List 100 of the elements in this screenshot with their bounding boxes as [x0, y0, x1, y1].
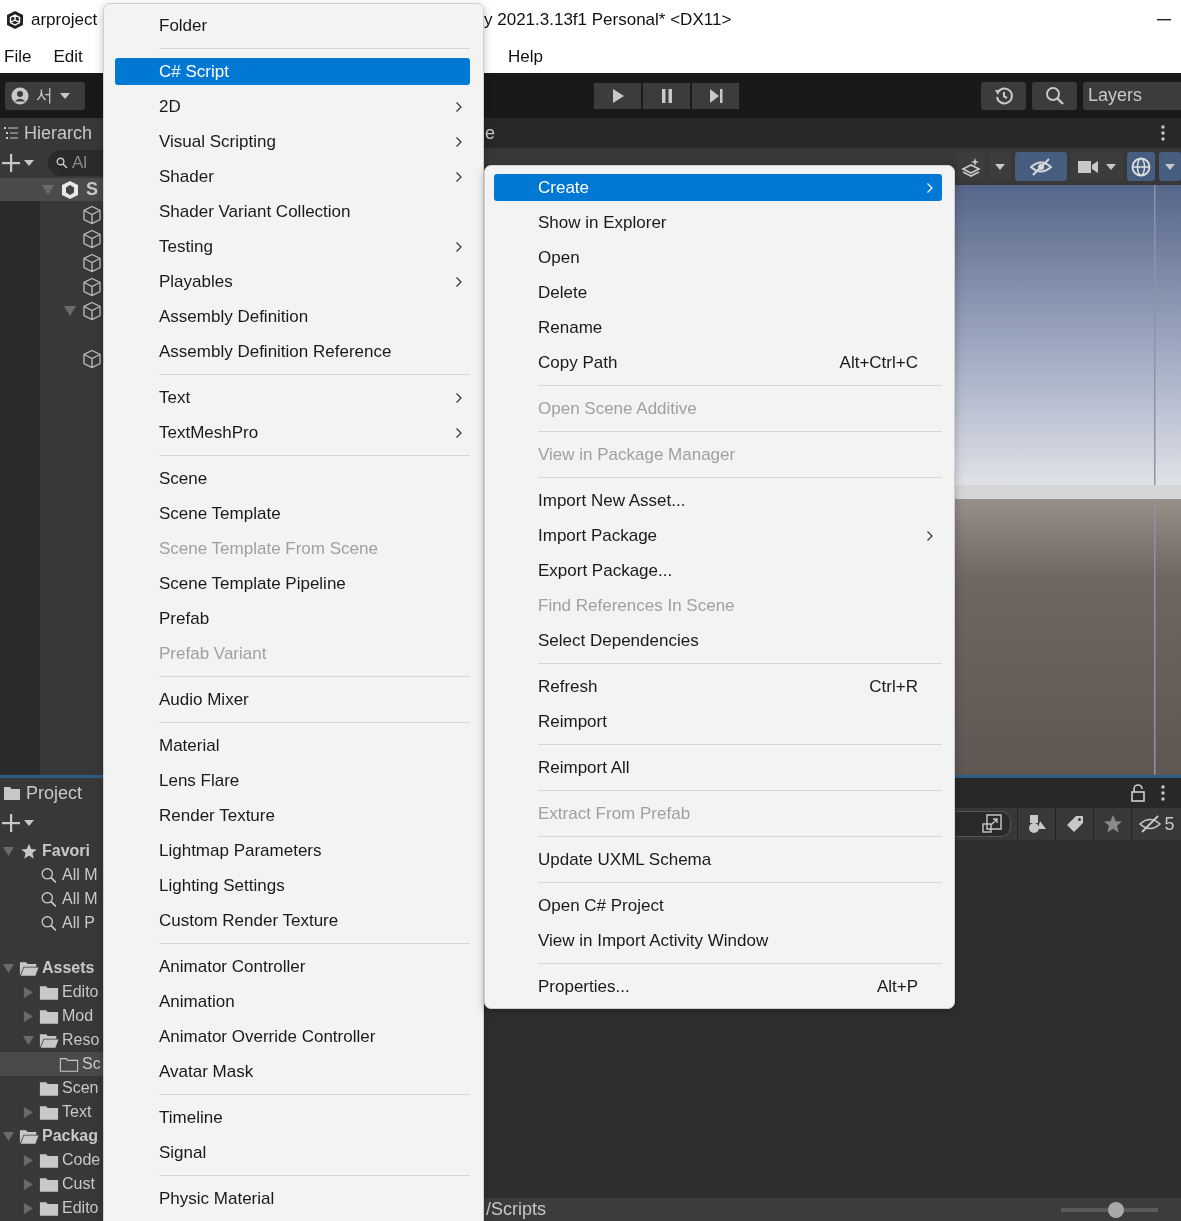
tag-icon	[1065, 815, 1084, 833]
tree-item[interactable]: Code	[0, 1148, 103, 1172]
menu-item[interactable]: Select Dependencies	[494, 627, 942, 654]
menu-item[interactable]: Render Texture	[115, 802, 470, 829]
menu-item[interactable]: View in Import Activity Window	[494, 927, 942, 954]
menu-item[interactable]: Open C# Project	[494, 892, 942, 919]
folder-icon	[39, 983, 59, 1001]
scene-row[interactable]: S	[0, 178, 103, 201]
search-button[interactable]	[1032, 81, 1077, 110]
menu-item[interactable]: Audio Mixer	[115, 686, 470, 713]
step-button[interactable]	[692, 82, 739, 109]
menu-item[interactable]: Create	[494, 174, 942, 201]
menu-item[interactable]: Copy Path Alt+Ctrl+C	[494, 349, 942, 376]
menu-item[interactable]: Assembly Definition Reference	[115, 338, 470, 365]
menu-item[interactable]: Lighting Settings	[115, 872, 470, 899]
menu-item[interactable]: Delete	[494, 279, 942, 306]
plus-icon	[2, 814, 20, 832]
kebab-menu-icon[interactable]	[1161, 125, 1165, 141]
tree-item[interactable]: Reso	[0, 1028, 103, 1052]
search-field[interactable]	[956, 811, 1011, 837]
search-icon	[1044, 85, 1065, 106]
menu-item[interactable]: Physic Material	[115, 1185, 470, 1212]
tree-item[interactable]: Scen	[0, 1076, 103, 1100]
menu-item[interactable]: Import Package	[494, 522, 942, 549]
menu-item[interactable]: Custom Render Texture	[115, 907, 470, 934]
menu-item[interactable]: Show in Explorer	[494, 209, 942, 236]
pause-button[interactable]	[643, 82, 690, 109]
menu-item[interactable]: Reimport All	[494, 754, 942, 781]
menu-item[interactable]: Import New Asset...	[494, 487, 942, 514]
history-button[interactable]	[981, 81, 1026, 110]
menu-item[interactable]: Avatar Mask	[115, 1058, 470, 1085]
visibility-button[interactable]	[1015, 152, 1067, 181]
tree-item[interactable]: Sc	[0, 1052, 103, 1076]
play-button[interactable]	[594, 82, 641, 109]
dropdown-button[interactable]	[1159, 152, 1181, 181]
menu-item[interactable]: Shader Variant Collection	[115, 198, 470, 225]
plus-icon	[2, 154, 20, 172]
tree-item[interactable]: Mod	[0, 1004, 103, 1028]
menu-item[interactable]: Properties... Alt+P	[494, 973, 942, 1000]
tree-item[interactable]: Cust	[0, 1172, 103, 1196]
search-field[interactable]: Al	[48, 150, 103, 176]
tree-item[interactable]: All M	[0, 887, 103, 911]
menu-item[interactable]: Visual Scripting	[115, 128, 470, 155]
minimize-icon[interactable]	[1157, 19, 1171, 21]
camera-button[interactable]	[1071, 152, 1123, 181]
open-folder-icon	[19, 1127, 39, 1145]
tree-item[interactable]: Assets	[0, 956, 103, 980]
menu-item[interactable]: Scene Template Pipeline	[115, 570, 470, 597]
kebab-menu-icon[interactable]	[1161, 785, 1165, 801]
tree-item[interactable]: Edito	[0, 980, 103, 1004]
menu-item[interactable]: Material	[115, 732, 470, 759]
menu-item[interactable]: Open	[494, 244, 942, 271]
menu-bar-item[interactable]: File	[4, 46, 32, 67]
menu-item[interactable]: Export Package...	[494, 557, 942, 584]
add-button[interactable]	[2, 814, 34, 832]
menu-item[interactable]: Refresh Ctrl+R	[494, 673, 942, 700]
tree-item[interactable]: Text	[0, 1100, 103, 1124]
folder-icon	[4, 785, 20, 801]
menu-item[interactable]: Signal	[115, 1139, 470, 1166]
menu-item[interactable]: Scene Template	[115, 500, 470, 527]
menu-item[interactable]: Animation	[115, 988, 470, 1015]
menu-item[interactable]: Playables	[115, 268, 470, 295]
menu-item[interactable]: TextMeshPro	[115, 419, 470, 446]
menu-item[interactable]: Lightmap Parameters	[115, 837, 470, 864]
menu-item[interactable]: Prefab	[115, 605, 470, 632]
menu-item[interactable]: Assembly Definition	[115, 303, 470, 330]
menu-item[interactable]: Animator Override Controller	[115, 1023, 470, 1050]
scene-tab[interactable]: e	[484, 122, 495, 144]
menu-item[interactable]: Reimport	[494, 708, 942, 735]
project-tab[interactable]: Project	[0, 778, 103, 808]
person-icon	[11, 86, 29, 105]
layers-dropdown[interactable]: Layers	[1083, 81, 1181, 110]
gizmo-button[interactable]	[1127, 152, 1155, 181]
tree-item[interactable]: All P	[0, 911, 103, 935]
menu-item[interactable]: Update UXML Schema	[494, 846, 942, 873]
menu-item[interactable]: Rename	[494, 314, 942, 341]
hierarchy-tab[interactable]: Hierarch	[0, 118, 103, 148]
effects-button[interactable]	[957, 152, 985, 181]
menu-bar-item[interactable]: Help	[508, 46, 543, 67]
tree-item[interactable]: Packag	[0, 1124, 103, 1148]
slider-thumb[interactable]	[1108, 1201, 1125, 1218]
lock-icon[interactable]	[1131, 784, 1145, 802]
menu-item[interactable]: 2D	[115, 93, 470, 120]
menu-item[interactable]: Timeline	[115, 1104, 470, 1131]
add-button[interactable]	[2, 154, 34, 172]
shapes-icon	[1026, 814, 1047, 834]
menu-bar-item[interactable]: Edit	[53, 46, 83, 67]
tree-item[interactable]: All M	[0, 863, 103, 887]
menu-item[interactable]: Text	[115, 384, 470, 411]
menu-item[interactable]: Testing	[115, 233, 470, 260]
menu-item[interactable]: Shader	[115, 163, 470, 190]
tree-item[interactable]: Favori	[0, 839, 103, 863]
account-button[interactable]: 서	[5, 81, 85, 110]
menu-item[interactable]: Folder	[115, 12, 470, 39]
menu-item[interactable]: Animator Controller	[115, 953, 470, 980]
menu-item[interactable]: Lens Flare	[115, 767, 470, 794]
menu-item[interactable]: C# Script	[115, 58, 470, 85]
tree-item[interactable]: Edito	[0, 1196, 103, 1220]
menu-item[interactable]: Scene	[115, 465, 470, 492]
dropdown-button[interactable]	[989, 152, 1011, 181]
